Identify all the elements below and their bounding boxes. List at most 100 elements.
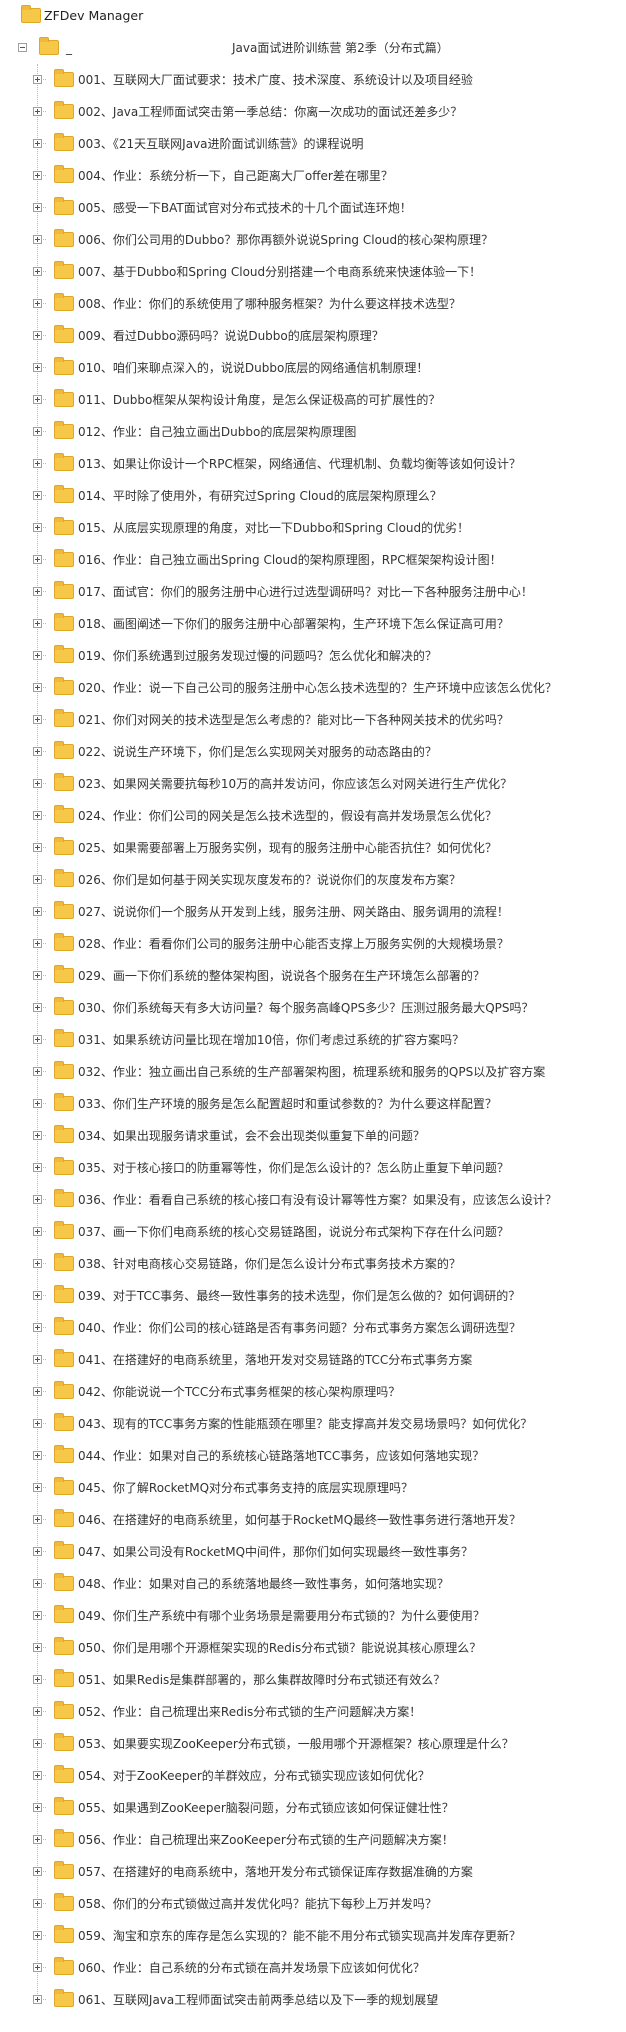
expand-icon[interactable] <box>33 1995 42 2004</box>
lesson-folder-item[interactable]: 061、互联网Java工程师面试突击前两季总结以及下一季的规划展望 <box>0 1984 626 2016</box>
lesson-folder-item[interactable]: 060、作业：自己系统的分布式锁在高并发场景下应该如何优化？ <box>0 1952 626 1984</box>
lesson-folder-item[interactable]: 059、淘宝和京东的库存是怎么实现的？能不能不用分布式锁实现高并发库存更新？ <box>0 1920 626 1952</box>
lesson-folder-item[interactable]: 026、你们是如何基于网关实现灰度发布的？说说你们的灰度发布方案？ <box>0 864 626 896</box>
expand-icon[interactable] <box>33 1387 42 1396</box>
expand-icon[interactable] <box>33 971 42 980</box>
lesson-folder-item[interactable]: 051、如果Redis是集群部署的，那么集群故障时分布式锁还有效么？ <box>0 1664 626 1696</box>
expand-icon[interactable] <box>33 1931 42 1940</box>
lesson-folder-item[interactable]: 016、作业：自己独立画出Spring Cloud的架构原理图，RPC框架架构设… <box>0 544 626 576</box>
lesson-folder-item[interactable]: 053、如果要实现ZooKeeper分布式锁，一般用哪个开源框架？核心原理是什么… <box>0 1728 626 1760</box>
expand-icon[interactable] <box>33 1899 42 1908</box>
expand-icon[interactable] <box>33 1675 42 1684</box>
expand-icon[interactable] <box>33 1259 42 1268</box>
lesson-folder-item[interactable]: 009、看过Dubbo源码吗？说说Dubbo的底层架构原理？ <box>0 320 626 352</box>
lesson-folder-item[interactable]: 036、作业：看看自己系统的核心接口有没有设计幂等性方案？如果没有，应该怎么设计… <box>0 1184 626 1216</box>
expand-icon[interactable] <box>33 1099 42 1108</box>
lesson-folder-item[interactable]: 043、现有的TCC事务方案的性能瓶颈在哪里？能支撑高并发交易场景吗？如何优化？ <box>0 1408 626 1440</box>
expand-icon[interactable] <box>33 1707 42 1716</box>
expand-icon[interactable] <box>33 875 42 884</box>
lesson-folder-item[interactable]: 031、如果系统访问量比现在增加10倍，你们考虑过系统的扩容方案吗？ <box>0 1024 626 1056</box>
lesson-folder-item[interactable]: 017、面试官：你们的服务注册中心进行过选型调研吗？对比一下各种服务注册中心！ <box>0 576 626 608</box>
lesson-folder-item[interactable]: 019、你们系统遇到过服务发现过慢的问题吗？怎么优化和解决的？ <box>0 640 626 672</box>
lesson-folder-item[interactable]: 057、在搭建好的电商系统中，落地开发分布式锁保证库存数据准确的方案 <box>0 1856 626 1888</box>
expand-icon[interactable] <box>33 587 42 596</box>
expand-icon[interactable] <box>33 75 42 84</box>
expand-icon[interactable] <box>33 331 42 340</box>
expand-icon[interactable] <box>33 1579 42 1588</box>
expand-icon[interactable] <box>33 203 42 212</box>
tree-node-level1[interactable]: _ Java面试进阶训练营 第2季（分布式篇） <box>0 32 626 64</box>
expand-icon[interactable] <box>33 491 42 500</box>
expand-icon[interactable] <box>33 1867 42 1876</box>
expand-icon[interactable] <box>33 1419 42 1428</box>
lesson-folder-item[interactable]: 042、你能说说一个TCC分布式事务框架的核心架构原理吗？ <box>0 1376 626 1408</box>
lesson-folder-item[interactable]: 008、作业：你们的系统使用了哪种服务框架？为什么要这样技术选型？ <box>0 288 626 320</box>
lesson-folder-item[interactable]: 015、从底层实现原理的角度，对比一下Dubbo和Spring Cloud的优劣… <box>0 512 626 544</box>
lesson-folder-item[interactable]: 055、如果遇到ZooKeeper脑裂问题，分布式锁应该如何保证健壮性？ <box>0 1792 626 1824</box>
lesson-folder-item[interactable]: 035、对于核心接口的防重幂等性，你们是怎么设计的？怎么防止重复下单问题？ <box>0 1152 626 1184</box>
expand-icon[interactable] <box>33 235 42 244</box>
lesson-folder-item[interactable]: 025、如果需要部署上万服务实例，现有的服务注册中心能否抗住？如何优化？ <box>0 832 626 864</box>
lesson-folder-item[interactable]: 005、感受一下BAT面试官对分布式技术的十几个面试连环炮！ <box>0 192 626 224</box>
lesson-folder-item[interactable]: 034、如果出现服务请求重试，会不会出现类似重复下单的问题？ <box>0 1120 626 1152</box>
expand-icon[interactable] <box>33 779 42 788</box>
expand-icon[interactable] <box>33 907 42 916</box>
expand-icon[interactable] <box>33 555 42 564</box>
expand-icon[interactable] <box>33 107 42 116</box>
expand-icon[interactable] <box>33 715 42 724</box>
lesson-folder-item[interactable]: 011、Dubbo框架从架构设计角度，是怎么保证极高的可扩展性的？ <box>0 384 626 416</box>
lesson-folder-item[interactable]: 027、说说你们一个服务从开发到上线，服务注册、网关路由、服务调用的流程！ <box>0 896 626 928</box>
lesson-folder-item[interactable]: 038、针对电商核心交易链路，你们是怎么设计分布式事务技术方案的？ <box>0 1248 626 1280</box>
tree-root-node[interactable]: ZFDev Manager <box>0 0 626 32</box>
collapse-icon[interactable] <box>18 43 27 52</box>
expand-icon[interactable] <box>33 1771 42 1780</box>
expand-icon[interactable] <box>33 267 42 276</box>
expand-icon[interactable] <box>33 619 42 628</box>
lesson-folder-item[interactable]: 054、对于ZooKeeper的羊群效应，分布式锁实现应该如何优化？ <box>0 1760 626 1792</box>
lesson-folder-item[interactable]: 033、你们生产环境的服务是怎么配置超时和重试参数的？为什么要这样配置？ <box>0 1088 626 1120</box>
lesson-folder-item[interactable]: 021、你们对网关的技术选型是怎么考虑的？能对比一下各种网关技术的优劣吗？ <box>0 704 626 736</box>
lesson-folder-item[interactable]: 058、你们的分布式锁做过高并发优化吗？能抗下每秒上万并发吗？ <box>0 1888 626 1920</box>
expand-icon[interactable] <box>33 1067 42 1076</box>
expand-icon[interactable] <box>33 1483 42 1492</box>
lesson-folder-item[interactable]: 050、你们是用哪个开源框架实现的Redis分布式锁？能说说其核心原理么？ <box>0 1632 626 1664</box>
lesson-folder-item[interactable]: 002、Java工程师面试突击第一季总结：你离一次成功的面试还差多少？ <box>0 96 626 128</box>
lesson-folder-item[interactable]: 023、如果网关需要抗每秒10万的高并发访问，你应该怎么对网关进行生产优化？ <box>0 768 626 800</box>
lesson-folder-item[interactable]: 041、在搭建好的电商系统里，落地开发对交易链路的TCC分布式事务方案 <box>0 1344 626 1376</box>
expand-icon[interactable] <box>33 459 42 468</box>
expand-icon[interactable] <box>33 299 42 308</box>
lesson-folder-item[interactable]: 039、对于TCC事务、最终一致性事务的技术选型，你们是怎么做的？如何调研的？ <box>0 1280 626 1312</box>
expand-icon[interactable] <box>33 1131 42 1140</box>
lesson-folder-item[interactable]: 028、作业：看看你们公司的服务注册中心能否支撑上万服务实例的大规模场景？ <box>0 928 626 960</box>
expand-icon[interactable] <box>33 683 42 692</box>
expand-icon[interactable] <box>33 523 42 532</box>
expand-icon[interactable] <box>33 1739 42 1748</box>
lesson-folder-item[interactable]: 018、画图阐述一下你们的服务注册中心部署架构，生产环境下怎么保证高可用？ <box>0 608 626 640</box>
expand-icon[interactable] <box>33 1963 42 1972</box>
lesson-folder-item[interactable]: 047、如果公司没有RocketMQ中间件，那你们如何实现最终一致性事务？ <box>0 1536 626 1568</box>
expand-icon[interactable] <box>33 1323 42 1332</box>
lesson-folder-item[interactable]: 024、作业：你们公司的网关是怎么技术选型的，假设有高并发场景怎么优化？ <box>0 800 626 832</box>
expand-icon[interactable] <box>33 843 42 852</box>
expand-icon[interactable] <box>33 395 42 404</box>
expand-icon[interactable] <box>33 1195 42 1204</box>
expand-icon[interactable] <box>33 747 42 756</box>
lesson-folder-item[interactable]: 032、作业：独立画出自己系统的生产部署架构图，梳理系统和服务的QPS以及扩容方… <box>0 1056 626 1088</box>
lesson-folder-item[interactable]: 003、《21天互联网Java进阶面试训练营》的课程说明 <box>0 128 626 160</box>
lesson-folder-item[interactable]: 013、如果让你设计一个RPC框架，网络通信、代理机制、负载均衡等该如何设计？ <box>0 448 626 480</box>
lesson-folder-item[interactable]: 030、你们系统每天有多大访问量？每个服务高峰QPS多少？压测过服务最大QPS吗… <box>0 992 626 1024</box>
lesson-folder-item[interactable]: 045、你了解RocketMQ对分布式事务支持的底层实现原理吗？ <box>0 1472 626 1504</box>
lesson-folder-item[interactable]: 044、作业：如果对自己的系统核心链路落地TCC事务，应该如何落地实现？ <box>0 1440 626 1472</box>
expand-icon[interactable] <box>33 1227 42 1236</box>
expand-icon[interactable] <box>33 1355 42 1364</box>
lesson-folder-item[interactable]: 052、作业：自己梳理出来Redis分布式锁的生产问题解决方案！ <box>0 1696 626 1728</box>
expand-icon[interactable] <box>33 1835 42 1844</box>
expand-icon[interactable] <box>33 1547 42 1556</box>
lesson-folder-item[interactable]: 010、咱们来聊点深入的，说说Dubbo底层的网络通信机制原理！ <box>0 352 626 384</box>
expand-icon[interactable] <box>33 1003 42 1012</box>
lesson-folder-item[interactable]: 029、画一下你们系统的整体架构图，说说各个服务在生产环境怎么部署的？ <box>0 960 626 992</box>
expand-icon[interactable] <box>33 1451 42 1460</box>
lesson-folder-item[interactable]: 056、作业：自己梳理出来ZooKeeper分布式锁的生产问题解决方案！ <box>0 1824 626 1856</box>
lesson-folder-item[interactable]: 014、平时除了使用外，有研究过Spring Cloud的底层架构原理么？ <box>0 480 626 512</box>
lesson-folder-item[interactable]: 006、你们公司用的Dubbo？那你再额外说说Spring Cloud的核心架构… <box>0 224 626 256</box>
